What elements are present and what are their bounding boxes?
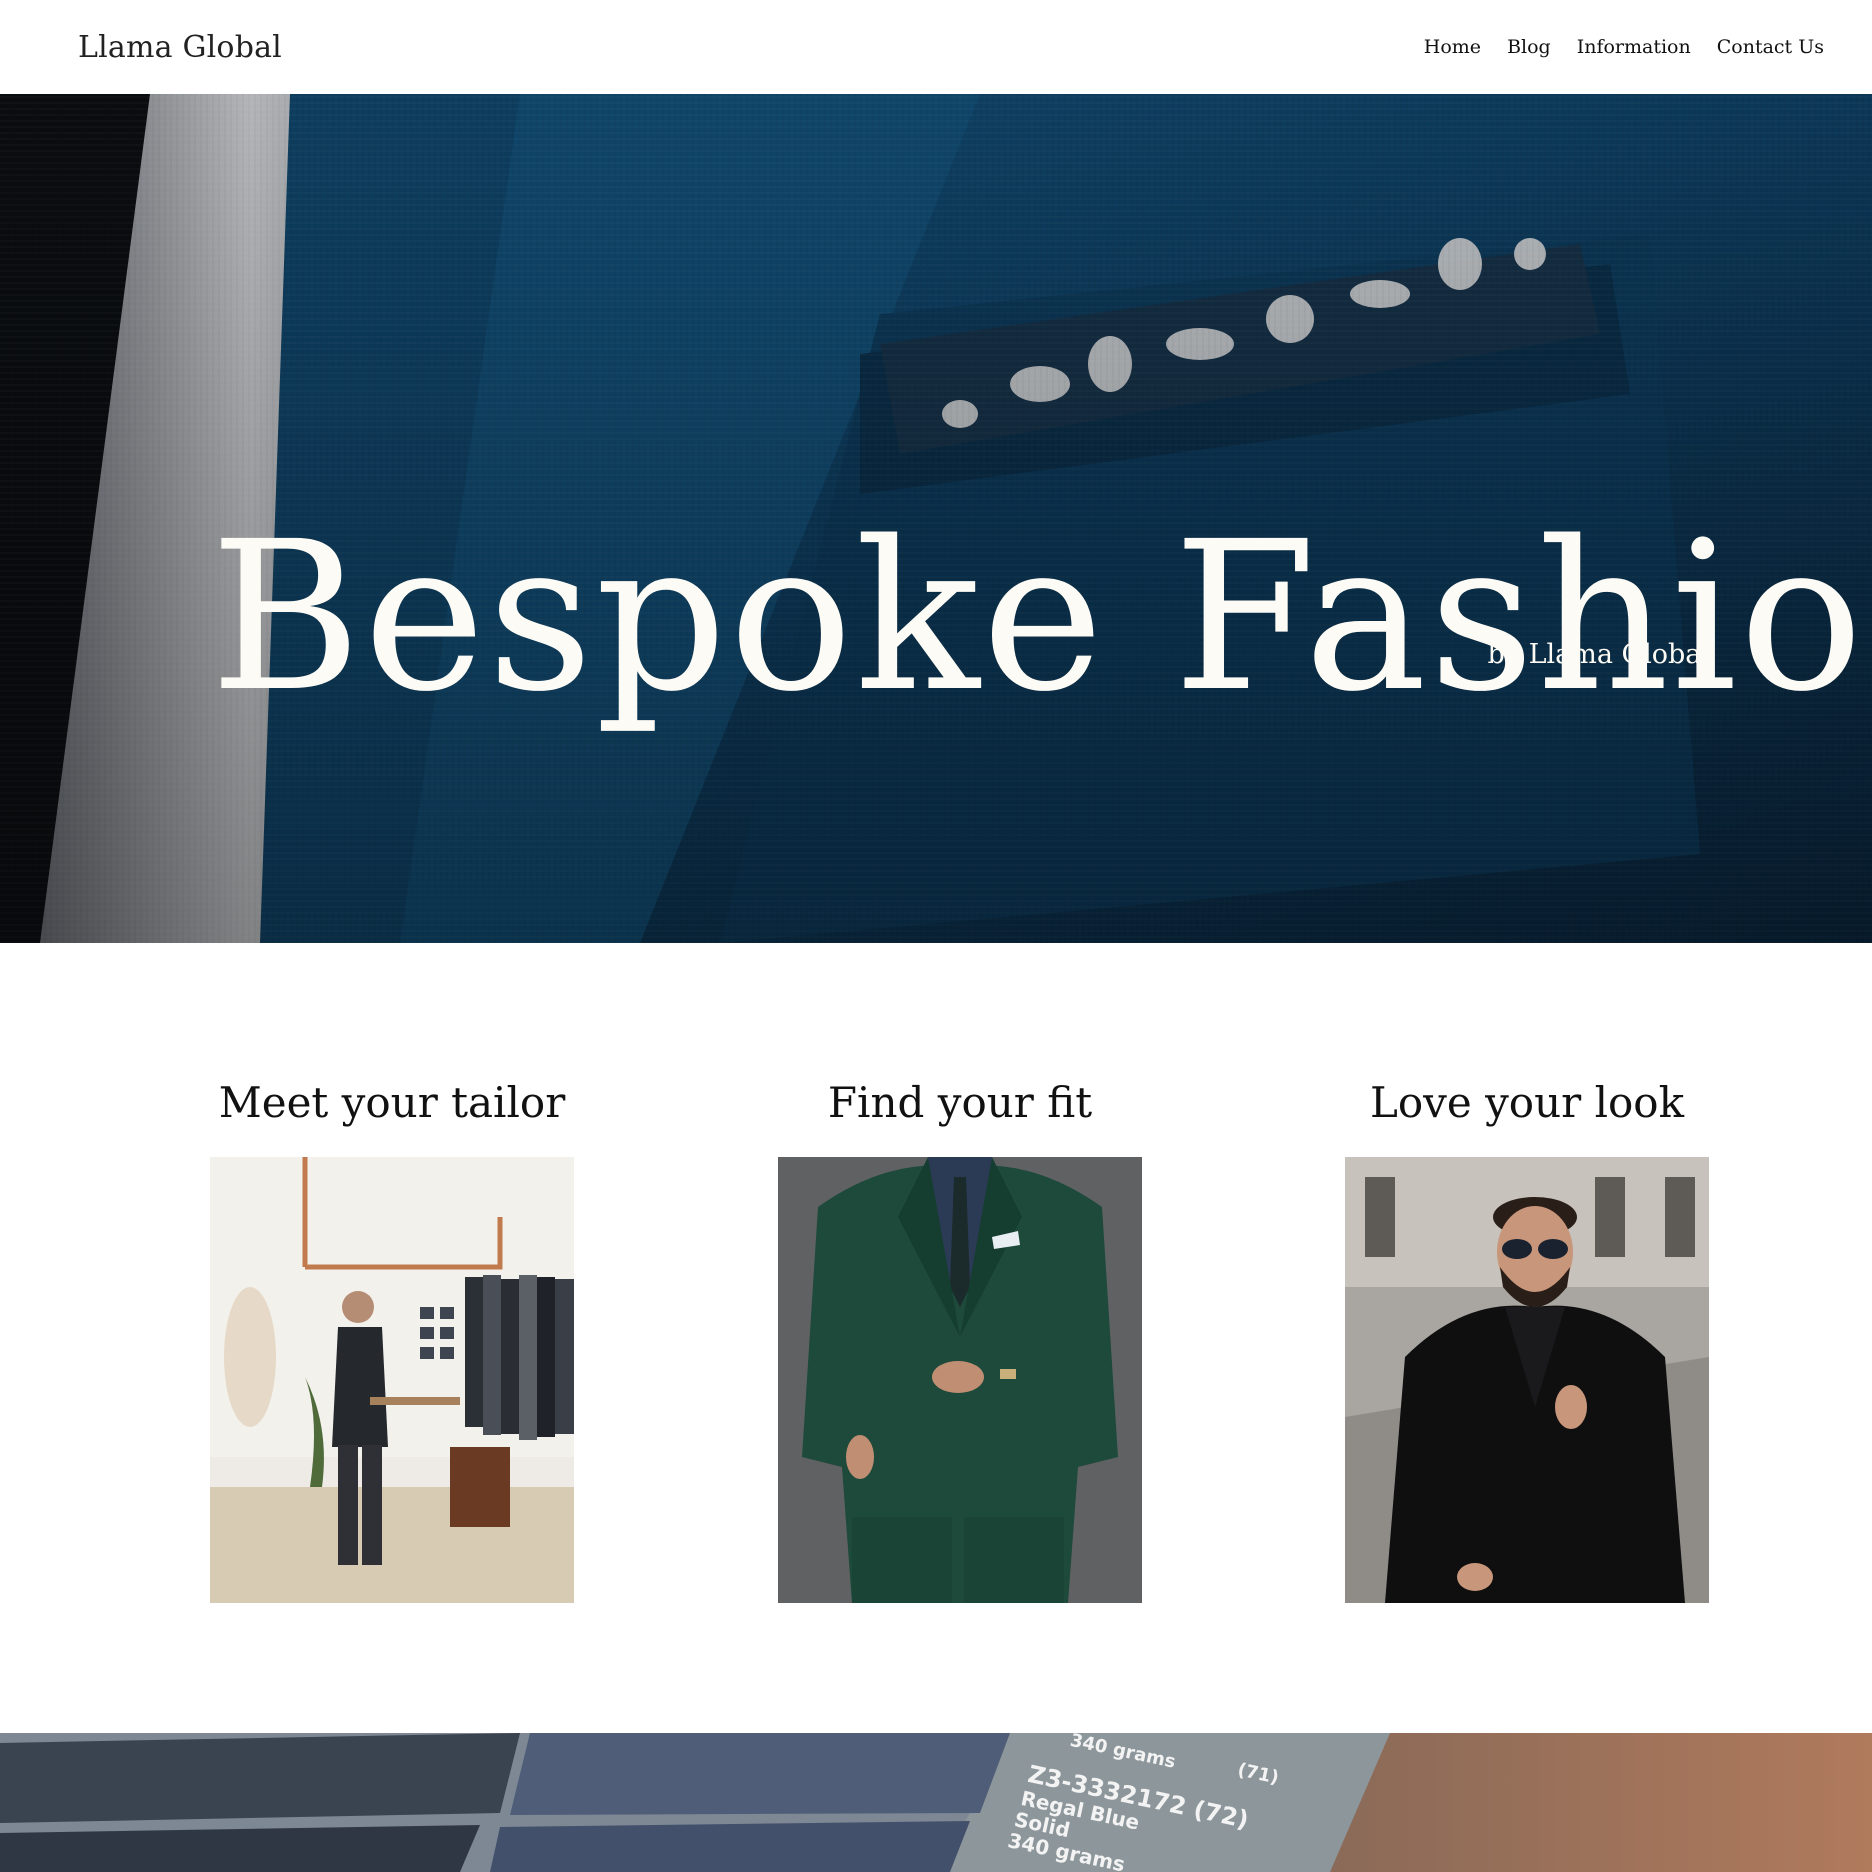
feature-title: Love your look bbox=[1369, 1078, 1685, 1127]
hero-title: Bespoke Fashion bbox=[210, 497, 1872, 737]
nav-home[interactable]: Home bbox=[1424, 36, 1481, 58]
green-suit-image[interactable] bbox=[778, 1157, 1142, 1603]
hero-section: Bespoke Fashion by Llama Global bbox=[0, 94, 1872, 943]
black-suit-image[interactable] bbox=[1345, 1157, 1709, 1603]
feature-title: Find your fit bbox=[827, 1078, 1093, 1127]
swatch-weight-top: 340 grams bbox=[1068, 1733, 1177, 1773]
nav-contact-us[interactable]: Contact Us bbox=[1717, 36, 1824, 58]
features-section: Meet your tailor Find your fit Love your… bbox=[0, 943, 1872, 1733]
hero-subtitle: by Llama Global bbox=[1487, 639, 1710, 670]
feature-find-fit: Find your fit bbox=[778, 1078, 1142, 1603]
swatch-code-top: (71) bbox=[1236, 1759, 1281, 1788]
feature-meet-tailor: Meet your tailor bbox=[210, 1078, 574, 1603]
site-header: Llama Global Home Blog Information Conta… bbox=[0, 0, 1872, 94]
feature-love-look: Love your look bbox=[1345, 1078, 1709, 1603]
main-nav: Home Blog Information Contact Us bbox=[1424, 36, 1824, 58]
tailor-shop-image[interactable] bbox=[210, 1157, 574, 1603]
feature-title: Meet your tailor bbox=[218, 1078, 566, 1127]
fabric-swatch-banner: 340 grams (71) Z3-3332172 (72) Regal Blu… bbox=[0, 1733, 1872, 1872]
nav-information[interactable]: Information bbox=[1577, 36, 1691, 58]
nav-blog[interactable]: Blog bbox=[1507, 36, 1551, 58]
brand-logo-text[interactable]: Llama Global bbox=[78, 30, 282, 65]
